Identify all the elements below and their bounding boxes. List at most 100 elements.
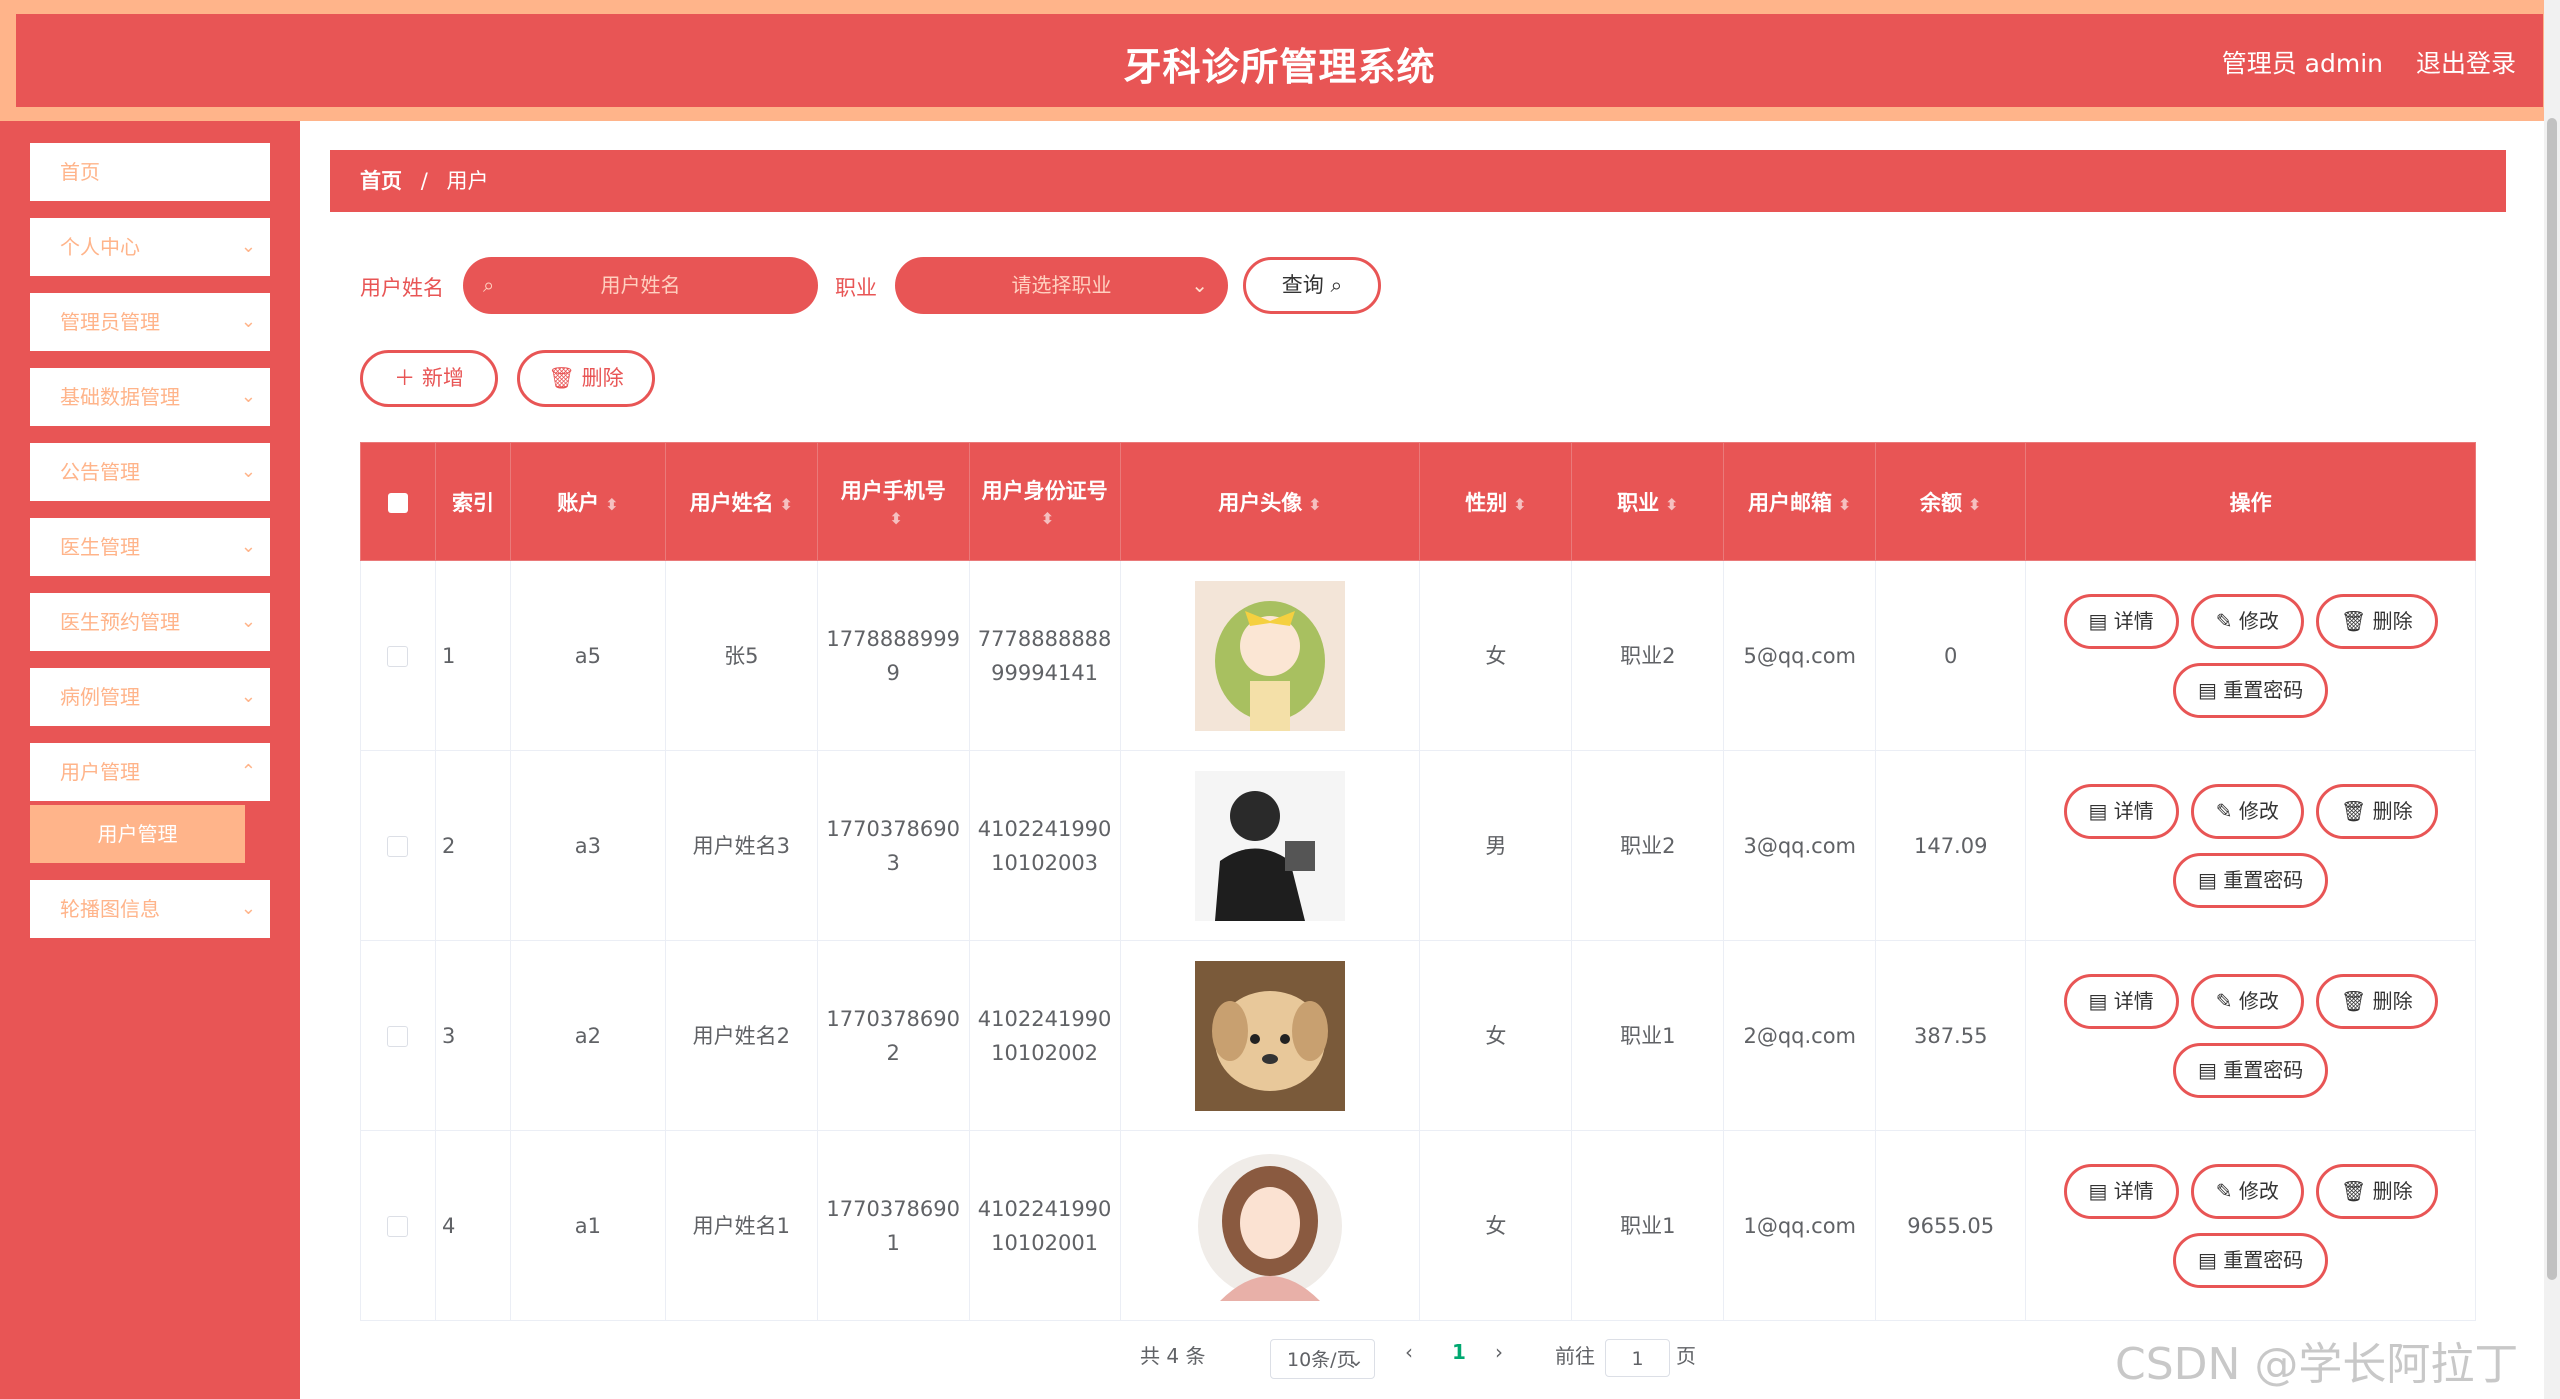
delete-button[interactable]: 🗑 删除	[2315, 593, 2438, 649]
reset-password-button[interactable]: ▤ 重置密码	[2172, 1232, 2329, 1288]
sort-icon[interactable]: ⬍	[1665, 495, 1678, 514]
edit-button[interactable]: ✎ 修改	[2190, 783, 2304, 839]
breadcrumb-home[interactable]: 首页	[360, 169, 402, 193]
user-table: 索引 账户 ⬍ 用户姓名 ⬍ 用户手机号 ⬍ 用户身份证号 ⬍ 用户头像 ⬍ 性别 ⬍ 职业…	[360, 442, 2476, 1321]
row-checkbox[interactable]	[387, 646, 409, 667]
detail-label: 详情	[2113, 608, 2154, 633]
cell-avatar	[1119, 1130, 1421, 1321]
add-button[interactable]: ＋ 新增	[360, 350, 498, 407]
delete-button[interactable]: 🗑 删除	[2315, 1163, 2438, 1219]
sidebar-item-user[interactable]: 用户管理 ⌃	[30, 743, 270, 801]
prev-page-icon[interactable]: ‹	[1405, 1340, 1413, 1364]
sort-icon[interactable]: ⬍	[1513, 495, 1526, 514]
header-phone[interactable]: 用户手机号 ⬍	[816, 442, 970, 561]
trash-icon: 🗑	[2340, 988, 2373, 1013]
detail-button[interactable]: ▤ 详情	[2063, 1163, 2179, 1219]
row-checkbox[interactable]	[387, 836, 409, 857]
header-email[interactable]: 用户邮箱 ⬍	[1723, 442, 1877, 561]
job-select[interactable]: 请选择职业 ⌄	[895, 257, 1228, 314]
sidebar-item-base-data[interactable]: 基础数据管理 ⌄	[30, 368, 270, 426]
sort-icon[interactable]: ⬍	[1968, 495, 1981, 514]
sidebar-item-label: 医生预约管理	[60, 610, 180, 634]
pencil-icon: ✎	[2215, 988, 2239, 1013]
delete-label: 删除	[2372, 798, 2413, 823]
page-number-current[interactable]: 1	[1452, 1340, 1466, 1364]
job-select-placeholder: 请选择职业	[1011, 273, 1112, 297]
header-gender[interactable]: 性别 ⬍	[1419, 442, 1573, 561]
row-checkbox[interactable]	[387, 1026, 409, 1047]
row-select-cell[interactable]	[360, 560, 436, 751]
delete-button[interactable]: 🗑 删除	[2315, 973, 2438, 1029]
search-icon: ⌕	[1330, 273, 1343, 297]
select-all-cell[interactable]	[360, 442, 436, 561]
table-row: 2 a3 用户姓名3 17703786903 41022419901010200…	[360, 750, 2476, 941]
next-page-icon[interactable]: ›	[1495, 1340, 1503, 1364]
header-label: 职业	[1617, 490, 1660, 515]
header-idcard[interactable]: 用户身份证号 ⬍	[968, 442, 1121, 561]
row-checkbox[interactable]	[387, 1216, 409, 1237]
sidebar-item-case[interactable]: 病例管理 ⌄	[30, 668, 270, 726]
header-label: 索引	[451, 490, 494, 515]
sidebar-subitem-user-management[interactable]: 用户管理	[30, 805, 245, 863]
batch-delete-button[interactable]: 🗑 删除	[517, 350, 655, 407]
sort-icon[interactable]: ⬍	[1308, 495, 1321, 514]
edit-button[interactable]: ✎ 修改	[2190, 1163, 2304, 1219]
man-silhouette-avatar[interactable]	[1195, 770, 1345, 921]
reset-password-button[interactable]: ▤ 重置密码	[2172, 852, 2329, 908]
sidebar-item-notice[interactable]: 公告管理 ⌄	[30, 443, 270, 501]
goto-page-input[interactable]: 1	[1605, 1339, 1670, 1377]
sidebar-item-carousel[interactable]: 轮播图信息 ⌄	[30, 880, 270, 938]
sidebar-item-home[interactable]: 首页	[30, 143, 270, 201]
header-label: 账户	[557, 490, 600, 515]
girl-portrait-avatar[interactable]	[1195, 1150, 1345, 1301]
delete-button[interactable]: 🗑 删除	[2315, 783, 2438, 839]
batch-delete-label: 删除	[581, 366, 624, 390]
sort-icon[interactable]: ⬍	[780, 495, 793, 514]
detail-button[interactable]: ▤ 详情	[2063, 783, 2179, 839]
logout-link[interactable]: 退出登录	[2416, 44, 2516, 80]
breadcrumb: 首页 / 用户	[330, 150, 2506, 212]
reset-password-button[interactable]: ▤ 重置密码	[2172, 662, 2329, 718]
page-size-select[interactable]: 10条/页 ⌄	[1270, 1339, 1375, 1379]
row-select-cell[interactable]	[360, 1130, 436, 1321]
sidebar-item-label: 用户管理	[60, 760, 140, 784]
query-button[interactable]: 查询 ⌕	[1243, 257, 1381, 314]
row-select-cell[interactable]	[360, 750, 436, 941]
sort-icon[interactable]: ⬍	[605, 495, 618, 514]
detail-button[interactable]: ▤ 详情	[2063, 593, 2179, 649]
header-balance[interactable]: 余额 ⬍	[1875, 442, 2027, 561]
document-icon: ▤	[2088, 798, 2114, 823]
sort-icon[interactable]: ⬍	[1838, 495, 1851, 514]
puppy-avatar[interactable]	[1195, 960, 1345, 1111]
name-search-input[interactable]: ⌕ 用户姓名	[463, 257, 818, 314]
girl-yellow-bow-avatar[interactable]	[1195, 580, 1345, 731]
detail-button[interactable]: ▤ 详情	[2063, 973, 2179, 1029]
sidebar-item-doctor[interactable]: 医生管理 ⌄	[30, 518, 270, 576]
edit-button[interactable]: ✎ 修改	[2190, 593, 2304, 649]
cell-job: 职业2	[1571, 750, 1725, 941]
header-name[interactable]: 用户姓名 ⬍	[664, 442, 818, 561]
header-job[interactable]: 职业 ⬍	[1571, 442, 1725, 561]
row-select-cell[interactable]	[360, 940, 436, 1131]
sidebar-item-appointment[interactable]: 医生预约管理 ⌄	[30, 593, 270, 651]
chevron-down-icon: ⌄	[240, 686, 256, 707]
header-account[interactable]: 账户 ⬍	[509, 442, 666, 561]
edit-button[interactable]: ✎ 修改	[2190, 973, 2304, 1029]
plus-icon: ＋	[394, 366, 422, 390]
cell-job: 职业1	[1571, 940, 1725, 1131]
select-all-checkbox[interactable]	[387, 492, 408, 513]
cell-index: 3	[434, 940, 511, 1131]
header-avatar[interactable]: 用户头像 ⬍	[1119, 442, 1421, 561]
sort-icon[interactable]: ⬍	[890, 509, 903, 528]
breadcrumb-current: 用户	[446, 169, 489, 193]
sidebar-item-admin[interactable]: 管理员管理 ⌄	[30, 293, 270, 351]
reset-label: 重置密码	[2223, 1247, 2304, 1272]
edit-label: 修改	[2238, 798, 2279, 823]
sidebar-item-profile[interactable]: 个人中心 ⌄	[30, 218, 270, 276]
scrollbar-thumb[interactable]	[2547, 118, 2557, 1280]
reset-password-button[interactable]: ▤ 重置密码	[2172, 1042, 2329, 1098]
sidebar-item-label: 医生管理	[60, 535, 140, 559]
pencil-icon: ✎	[2215, 1178, 2239, 1203]
sort-icon[interactable]: ⬍	[1041, 509, 1054, 528]
cell-idcard: 410224199010102001	[968, 1130, 1121, 1321]
